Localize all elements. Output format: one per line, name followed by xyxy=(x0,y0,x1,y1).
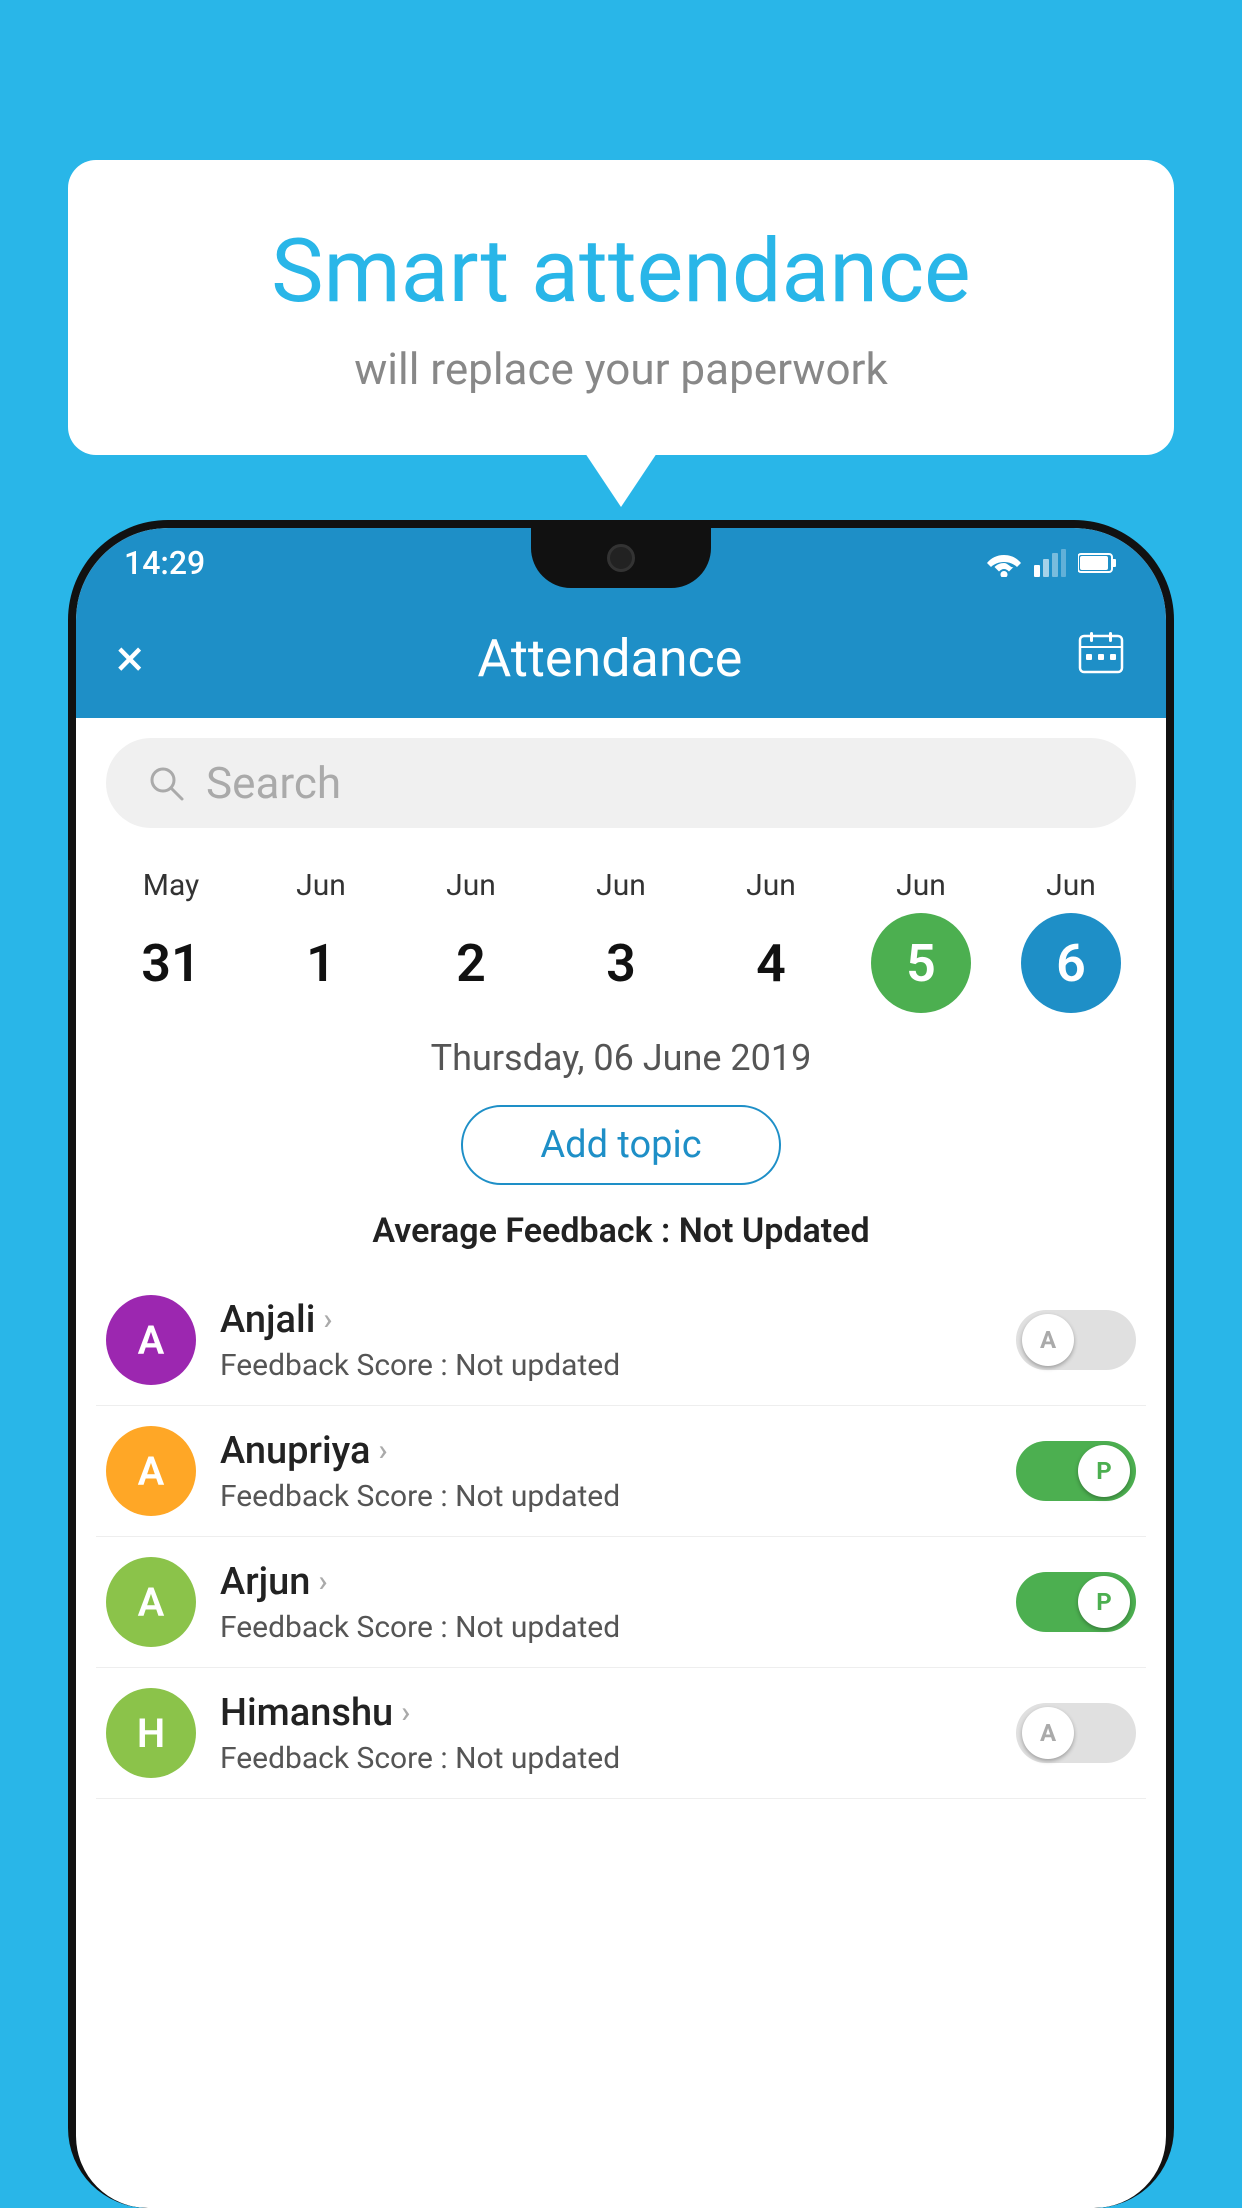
date-item-jun3[interactable]: Jun 3 xyxy=(551,868,691,1013)
selected-date-label: Thursday, 06 June 2019 xyxy=(76,1013,1166,1095)
feedback-summary: Average Feedback : Not Updated xyxy=(76,1195,1166,1275)
date-item-jun5[interactable]: Jun 5 xyxy=(851,868,991,1013)
calendar-icon[interactable] xyxy=(1076,628,1126,689)
student-feedback: Feedback Score : Not updated xyxy=(220,1479,992,1514)
search-input[interactable]: Search xyxy=(206,757,341,809)
student-name: Anjali › xyxy=(220,1298,992,1342)
attendance-toggle[interactable]: A xyxy=(1016,1703,1136,1763)
attendance-toggle[interactable]: A xyxy=(1016,1310,1136,1370)
feedback-summary-prefix: Average Feedback : xyxy=(372,1211,678,1251)
date-number: 3 xyxy=(571,913,671,1013)
add-topic-button[interactable]: Add topic xyxy=(461,1105,781,1185)
student-feedback: Feedback Score : Not updated xyxy=(220,1348,992,1383)
avatar: A xyxy=(106,1295,196,1385)
date-item-jun4[interactable]: Jun 4 xyxy=(701,868,841,1013)
chevron-right-icon: › xyxy=(401,1695,410,1730)
attendance-toggle[interactable]: P xyxy=(1016,1441,1136,1501)
student-info: Himanshu › Feedback Score : Not updated xyxy=(220,1691,992,1776)
status-bar-time: 14:29 xyxy=(124,544,205,582)
search-icon xyxy=(146,763,186,803)
date-month: Jun xyxy=(896,868,946,903)
close-button[interactable]: × xyxy=(116,628,144,689)
student-name: Arjun › xyxy=(220,1560,992,1604)
date-number: 1 xyxy=(271,913,371,1013)
phone-inner: 14:29 xyxy=(76,528,1166,2208)
wifi-icon xyxy=(986,549,1022,577)
speech-bubble-subtitle: will replace your paperwork xyxy=(148,343,1094,395)
student-info: Arjun › Feedback Score : Not updated xyxy=(220,1560,992,1645)
date-month: Jun xyxy=(446,868,496,903)
date-month: Jun xyxy=(296,868,346,903)
date-month: Jun xyxy=(746,868,796,903)
list-item[interactable]: A Arjun › Feedback Score : Not updated P xyxy=(96,1537,1146,1668)
chevron-right-icon: › xyxy=(318,1564,327,1599)
date-month: May xyxy=(143,868,199,903)
phone-notch xyxy=(531,528,711,588)
student-feedback: Feedback Score : Not updated xyxy=(220,1610,992,1645)
list-item[interactable]: H Himanshu › Feedback Score : Not update… xyxy=(96,1668,1146,1799)
speech-bubble-title: Smart attendance xyxy=(148,220,1094,323)
toggle-knob: P xyxy=(1078,1445,1130,1497)
avatar: A xyxy=(106,1426,196,1516)
list-item[interactable]: A Anupriya › Feedback Score : Not update… xyxy=(96,1406,1146,1537)
date-month: Jun xyxy=(596,868,646,903)
speech-bubble-container: Smart attendance will replace your paper… xyxy=(68,160,1174,455)
student-list: A Anjali › Feedback Score : Not updated … xyxy=(76,1275,1166,1799)
list-item[interactable]: A Anjali › Feedback Score : Not updated … xyxy=(96,1275,1146,1406)
date-item-jun2[interactable]: Jun 2 xyxy=(401,868,541,1013)
phone-side-button-right xyxy=(1172,800,1174,890)
student-info: Anjali › Feedback Score : Not updated xyxy=(220,1298,992,1383)
date-item-jun1[interactable]: Jun 1 xyxy=(251,868,391,1013)
avatar: A xyxy=(106,1557,196,1647)
student-info: Anupriya › Feedback Score : Not updated xyxy=(220,1429,992,1514)
speech-bubble: Smart attendance will replace your paper… xyxy=(68,160,1174,455)
date-number-selected: 6 xyxy=(1021,913,1121,1013)
app-bar-title: Attendance xyxy=(477,628,742,689)
date-number: 4 xyxy=(721,913,821,1013)
toggle-knob: A xyxy=(1022,1707,1074,1759)
phone-frame: 14:29 xyxy=(68,520,1174,2208)
student-name: Anupriya › xyxy=(220,1429,992,1473)
attendance-toggle[interactable]: P xyxy=(1016,1572,1136,1632)
date-item-jun6[interactable]: Jun 6 xyxy=(1001,868,1141,1013)
date-item-may31[interactable]: May 31 xyxy=(101,868,241,1013)
phone-screen: 14:29 xyxy=(76,528,1166,2208)
chevron-right-icon: › xyxy=(323,1302,332,1337)
date-number: 31 xyxy=(121,913,221,1013)
status-bar-icons xyxy=(986,549,1118,577)
date-carousel: May 31 Jun 1 Jun 2 Jun 3 Jun 4 xyxy=(76,848,1166,1013)
battery-icon xyxy=(1078,552,1118,574)
toggle-knob: A xyxy=(1022,1314,1074,1366)
signal-icon xyxy=(1034,549,1066,577)
avatar: H xyxy=(106,1688,196,1778)
chevron-right-icon: › xyxy=(378,1433,387,1468)
front-camera xyxy=(607,544,635,572)
date-number: 2 xyxy=(421,913,521,1013)
student-feedback: Feedback Score : Not updated xyxy=(220,1741,992,1776)
app-bar: × Attendance xyxy=(76,598,1166,718)
student-name: Himanshu › xyxy=(220,1691,992,1735)
feedback-summary-value: Not Updated xyxy=(679,1211,870,1251)
phone-side-button-left xyxy=(68,860,70,980)
date-month: Jun xyxy=(1046,868,1096,903)
toggle-knob: P xyxy=(1078,1576,1130,1628)
search-bar[interactable]: Search xyxy=(106,738,1136,828)
date-number-today: 5 xyxy=(871,913,971,1013)
